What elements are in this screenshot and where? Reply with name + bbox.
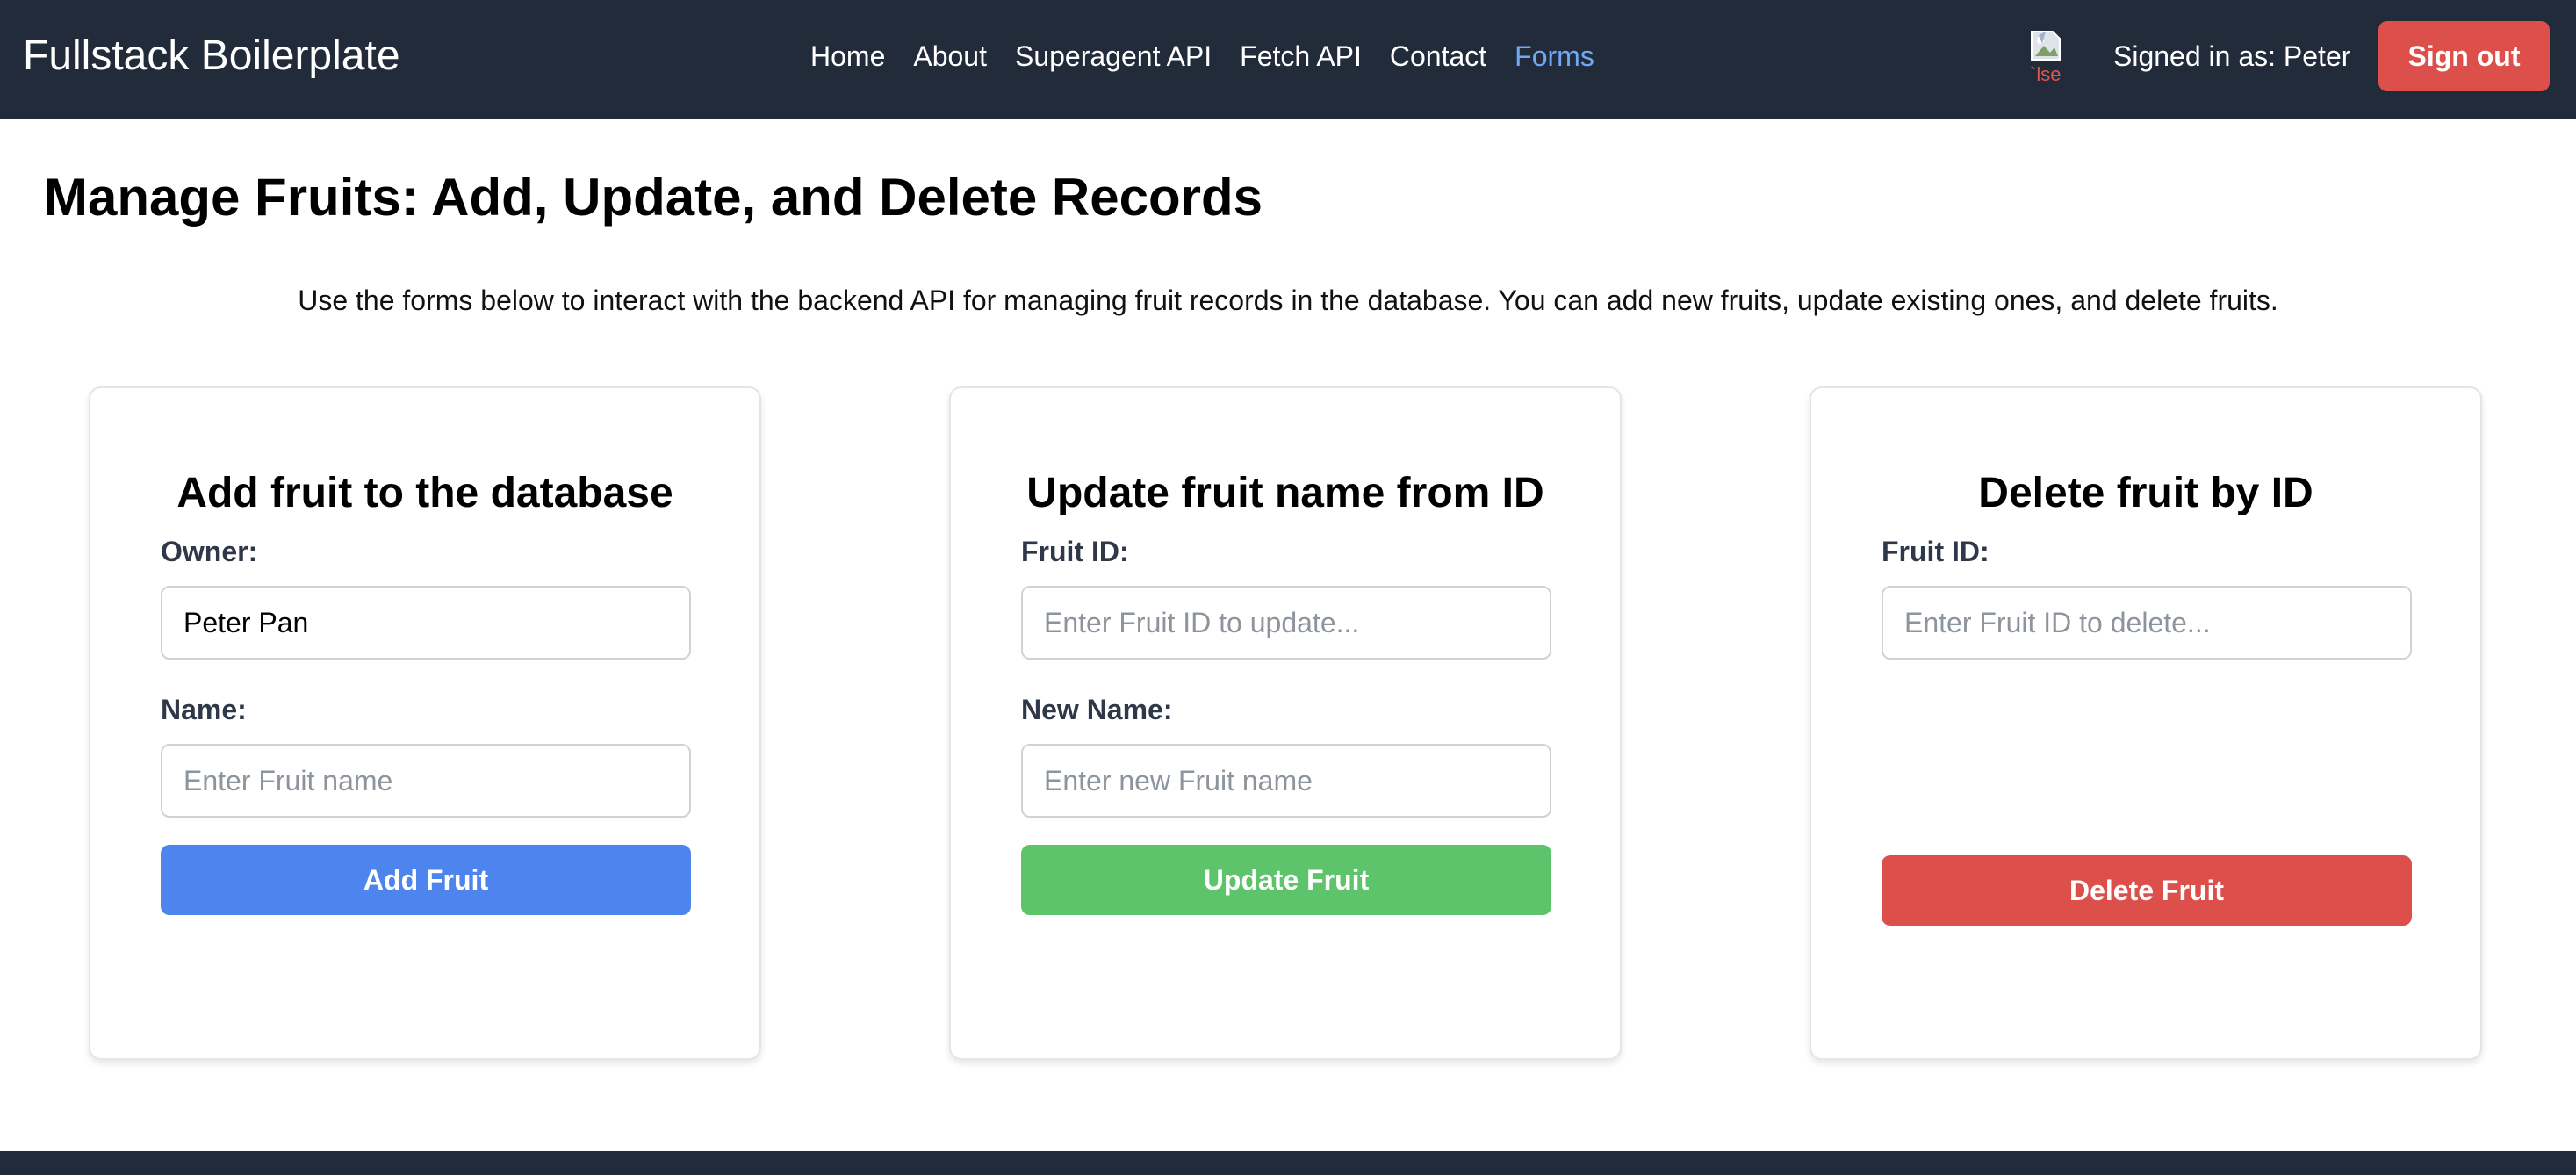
owner-input[interactable] bbox=[161, 586, 691, 660]
nav-link-contact[interactable]: Contact bbox=[1390, 40, 1486, 73]
delete-fruit-card: Delete fruit by ID Fruit ID: Delete Frui… bbox=[1810, 386, 2482, 1060]
delete-fruit-id-input[interactable] bbox=[1882, 586, 2412, 660]
avatar[interactable]: `lse bbox=[2026, 28, 2079, 84]
new-fruit-name-input[interactable] bbox=[1021, 744, 1551, 818]
sign-out-button[interactable]: Sign out bbox=[2378, 21, 2550, 91]
update-fruit-title: Update fruit name from ID bbox=[1026, 470, 1544, 516]
page-title: Manage Fruits: Add, Update, and Delete R… bbox=[44, 168, 1263, 227]
add-fruit-title: Add fruit to the database bbox=[176, 470, 673, 516]
update-fruit-card: Update fruit name from ID Fruit ID: New … bbox=[949, 386, 1622, 1060]
brand-logo-text[interactable]: Fullstack Boilerplate bbox=[23, 0, 400, 112]
update-fruit-id-input[interactable] bbox=[1021, 586, 1551, 660]
fruit-name-input[interactable] bbox=[161, 744, 691, 818]
delete-fruit-id-label: Fruit ID: bbox=[1882, 536, 1990, 567]
owner-label: Owner: bbox=[161, 536, 258, 567]
nav-link-home[interactable]: Home bbox=[810, 40, 885, 73]
add-fruit-card: Add fruit to the database Owner: Name: A… bbox=[89, 386, 761, 1060]
add-fruit-button[interactable]: Add Fruit bbox=[161, 845, 691, 915]
footer bbox=[0, 1151, 2576, 1175]
update-fruit-id-label: Fruit ID: bbox=[1021, 536, 1129, 567]
broken-image-icon: `lse bbox=[2030, 31, 2061, 84]
update-fruit-button[interactable]: Update Fruit bbox=[1021, 845, 1551, 915]
nav-link-forms[interactable]: Forms bbox=[1515, 40, 1594, 73]
nav-link-superagent-api[interactable]: Superagent API bbox=[1015, 40, 1212, 73]
page-description: Use the forms below to interact with the… bbox=[298, 285, 2278, 316]
delete-fruit-title: Delete fruit by ID bbox=[1978, 470, 2313, 516]
nav-links: Home About Superagent API Fetch API Cont… bbox=[810, 0, 1594, 112]
nav-link-fetch-api[interactable]: Fetch API bbox=[1240, 40, 1362, 73]
nav-link-about[interactable]: About bbox=[913, 40, 987, 73]
delete-fruit-button[interactable]: Delete Fruit bbox=[1882, 855, 2412, 926]
avatar-alt-text: `lse bbox=[2030, 63, 2061, 84]
navbar: Fullstack Boilerplate Home About Superag… bbox=[0, 0, 2576, 119]
signed-in-status: Signed in as: Peter bbox=[2113, 40, 2351, 72]
name-label: Name: bbox=[161, 694, 247, 725]
new-name-label: New Name: bbox=[1021, 694, 1173, 725]
